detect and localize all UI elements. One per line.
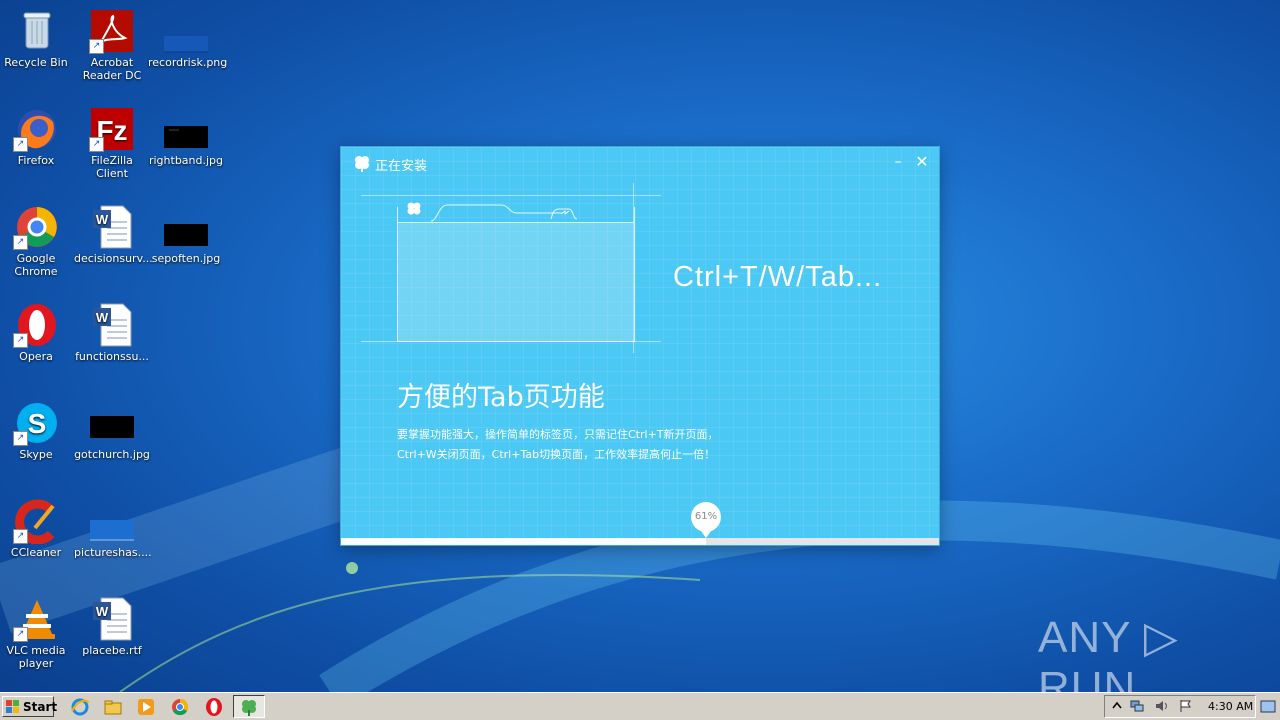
volume-icon[interactable] — [1154, 699, 1168, 713]
desktop-icon-label: gotchurch.jpg — [74, 448, 150, 461]
desktop-icon-functionssu[interactable]: W functionssu... — [74, 298, 150, 363]
decor-line — [361, 195, 661, 196]
desktop-icon-label: CCleaner — [10, 546, 62, 559]
browser-tabs-illustration — [407, 202, 578, 222]
image-file-icon — [89, 498, 135, 544]
desktop-icon-label: VLC media player — [6, 644, 66, 670]
firefox-icon: ↗ — [13, 106, 59, 152]
feature-headline: 方便的Tab页功能 — [397, 382, 605, 413]
progress-fill — [341, 538, 706, 545]
ccleaner-icon: ↗ — [13, 498, 59, 545]
show-hidden-icons-icon[interactable] — [1110, 699, 1124, 713]
desktop-icon-decisionsurv[interactable]: W decisionsurv... — [74, 200, 153, 265]
windows-logo-icon — [6, 700, 19, 713]
feature-description: 要掌握功能强大，操作简单的标签页，只需记住Ctrl+T新开页面， Ctrl+W关… — [397, 425, 837, 465]
minimize-button[interactable]: – — [889, 153, 907, 171]
start-button[interactable]: Start — [2, 696, 58, 717]
recycle-bin-icon — [13, 8, 59, 54]
shortcut-arrow-icon: ↗ — [13, 333, 28, 348]
installer-task-button[interactable] — [233, 695, 265, 718]
shortcut-arrow-icon: ↗ — [89, 39, 104, 54]
skype-icon: S ↗ — [13, 400, 59, 446]
progress-percent-bubble: 61% — [691, 502, 721, 538]
desktop-icon-acrobat[interactable]: ↗ Acrobat Reader DC — [74, 4, 150, 82]
svg-text:W: W — [96, 212, 109, 227]
desktop-icon-label: recordrisk.png — [148, 56, 228, 69]
desktop-icon-label: decisionsurv... — [74, 252, 153, 265]
desktop-icon-label: placebe.rtf — [82, 644, 142, 657]
desktop-icon-label: sepoften.jpg — [151, 252, 221, 265]
svg-text:W: W — [96, 604, 109, 619]
chrome-icon: ↗ — [13, 204, 59, 250]
desktop-icon-sepoften[interactable]: sepoften.jpg — [148, 200, 224, 265]
desktop-icon-label: Recycle Bin — [4, 56, 68, 69]
ie-icon[interactable] — [70, 697, 90, 717]
installer-titlebar[interactable]: 正在安装 – ✕ — [341, 147, 939, 179]
close-button[interactable]: ✕ — [913, 152, 931, 172]
installer-window: 正在安装 – ✕ Ctrl+T/W/Tab... 方便的Tab页功能 要掌握功能… — [341, 147, 939, 545]
shortcut-arrow-icon: ↗ — [13, 235, 28, 250]
description-line: Ctrl+W关闭页面，Ctrl+Tab切换页面，工作效率提高何止一倍！ — [397, 448, 716, 461]
desktop-icon-firefox[interactable]: ↗ Firefox — [0, 102, 74, 167]
desktop-icon-recycle-bin[interactable]: Recycle Bin — [0, 4, 74, 69]
desktop-icon-label: Acrobat Reader DC — [82, 56, 142, 82]
image-file-icon — [163, 106, 209, 152]
shortcut-arrow-icon: ↗ — [89, 137, 104, 152]
shortcut-arrow-icon: ↗ — [13, 137, 28, 152]
shortcut-hint: Ctrl+T/W/Tab... — [673, 261, 883, 293]
word-doc-icon: W — [89, 302, 135, 348]
progress-bar — [341, 538, 939, 545]
desktop-icon-label: rightband.jpg — [148, 154, 224, 167]
installer-title: 正在安装 — [375, 159, 428, 174]
shortcut-arrow-icon: ↗ — [13, 529, 28, 544]
image-file-icon — [163, 204, 209, 250]
desktop-icon-label: functionssu... — [75, 350, 149, 363]
desktop-icon-pictureshas[interactable]: pictureshas.... — [74, 494, 152, 559]
action-center-flag-icon[interactable] — [1178, 699, 1192, 713]
desktop-icon-chrome[interactable]: ↗ Google Chrome — [0, 200, 74, 278]
desktop-icon-rightband[interactable]: rightband.jpg — [148, 102, 224, 167]
desktop-icon-label: Google Chrome — [14, 252, 58, 278]
filezilla-icon: Fz ↗ — [89, 106, 135, 152]
explorer-icon[interactable] — [103, 697, 123, 717]
media-player-icon[interactable] — [136, 697, 156, 717]
opera-icon: ↗ — [13, 302, 59, 348]
network-icon[interactable] — [1130, 699, 1144, 713]
svg-text:S: S — [28, 408, 47, 439]
opera-icon[interactable] — [204, 697, 224, 717]
desktop-icon-opera[interactable]: ↗ Opera — [0, 298, 74, 363]
vlc-icon: ↗ — [13, 596, 59, 642]
desktop-icon-label: Firefox — [17, 154, 55, 167]
anyrun-watermark: ANY ▷ RUN — [1038, 613, 1179, 692]
shortcut-arrow-icon: ↗ — [13, 627, 28, 642]
browser-illustration-page — [397, 222, 633, 342]
desktop-icon-label: Skype — [19, 448, 53, 461]
clock[interactable]: 4:30 AM — [1208, 700, 1253, 713]
start-label: Start — [23, 700, 58, 714]
chrome-icon[interactable] — [170, 697, 190, 717]
installer-task-icon — [242, 700, 256, 716]
desktop-icon-recordrisk[interactable]: recordrisk.png — [148, 4, 228, 69]
desktop-icon-filezilla[interactable]: Fz ↗ FileZilla Client — [74, 102, 150, 180]
show-desktop-icon[interactable] — [1260, 700, 1276, 714]
taskbar: Start 4:30 AM — [0, 692, 1280, 720]
desktop-icon-label: pictureshas.... — [74, 546, 152, 559]
desktop-icon-skype[interactable]: S ↗ Skype — [0, 396, 74, 461]
desktop-icon-gotchurch[interactable]: gotchurch.jpg — [74, 396, 150, 461]
image-file-icon — [163, 8, 209, 54]
desktop-icon-vlc[interactable]: ↗ VLC media player — [0, 592, 74, 670]
word-doc-icon: W — [89, 596, 135, 642]
acrobat-icon: ↗ — [89, 8, 135, 54]
desktop-icon-placebe[interactable]: W placebe.rtf — [74, 592, 150, 657]
desktop-icon-label: FileZilla Client — [91, 154, 133, 180]
word-doc-icon: W — [89, 204, 135, 250]
svg-text:W: W — [96, 310, 109, 325]
description-line: 要掌握功能强大，操作简单的标签页，只需记住Ctrl+T新开页面， — [397, 428, 719, 441]
desktop-icon-ccleaner[interactable]: ↗ CCleaner — [0, 494, 74, 559]
image-file-icon — [89, 400, 135, 446]
clover-logo-icon — [355, 156, 369, 172]
desktop-icon-label: Opera — [19, 350, 53, 363]
shortcut-arrow-icon: ↗ — [13, 431, 28, 446]
